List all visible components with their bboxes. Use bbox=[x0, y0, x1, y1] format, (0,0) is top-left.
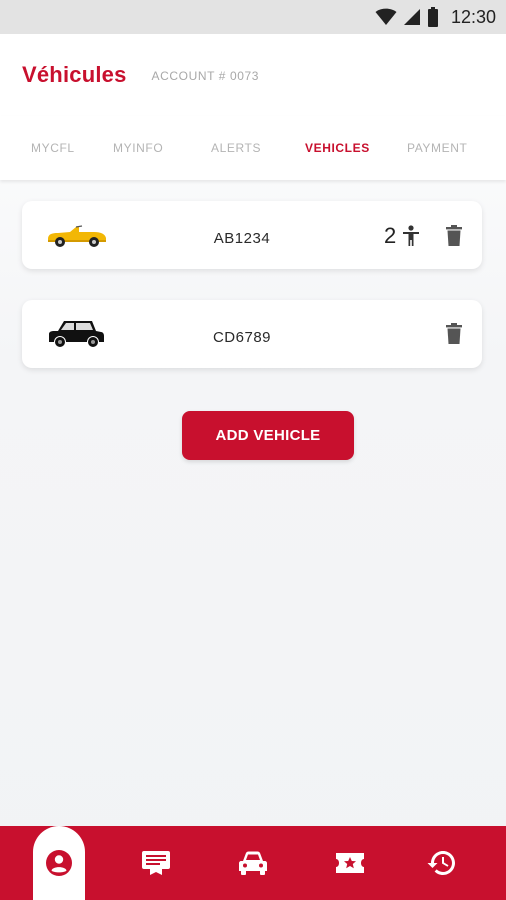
tab-payment[interactable]: PAYMENT bbox=[407, 116, 467, 180]
star-ticket-icon bbox=[336, 853, 364, 873]
status-bar: 12:30 bbox=[0, 0, 506, 34]
car-icon bbox=[239, 851, 267, 875]
tab-mycfl[interactable]: MYCFL bbox=[31, 116, 75, 180]
account-icon bbox=[46, 850, 72, 876]
history-icon bbox=[427, 851, 455, 875]
add-vehicle-button[interactable]: ADD VEHICLE bbox=[182, 411, 354, 460]
tab-alerts[interactable]: ALERTS bbox=[211, 116, 261, 180]
account-number: ACCOUNT # 0073 bbox=[151, 69, 260, 83]
nav-tickets[interactable] bbox=[134, 826, 178, 900]
delete-icon[interactable] bbox=[445, 323, 463, 345]
wifi-icon bbox=[375, 8, 397, 25]
nav-vehicles[interactable] bbox=[231, 826, 275, 900]
nav-passes[interactable] bbox=[328, 826, 372, 900]
passenger-count: 2 bbox=[384, 223, 420, 249]
nav-account[interactable] bbox=[33, 826, 85, 900]
battery-icon bbox=[427, 7, 438, 27]
tab-vehicles[interactable]: VEHICLES bbox=[305, 116, 370, 180]
page-title: Véhicules bbox=[22, 62, 127, 87]
status-time: 12:30 bbox=[450, 6, 496, 27]
tab-myinfo[interactable]: MYINFO bbox=[113, 116, 163, 180]
delete-icon[interactable] bbox=[445, 225, 463, 247]
page-header: Véhicules ACCOUNT # 0073 bbox=[0, 34, 506, 116]
ticket-icon bbox=[142, 851, 170, 875]
vehicle-plate: AB1234 bbox=[213, 230, 271, 247]
signal-icon bbox=[403, 9, 420, 25]
person-icon bbox=[403, 225, 420, 246]
nav-history[interactable] bbox=[420, 826, 464, 900]
tab-bar: MYCFL MYINFO ALERTS VEHICLES PAYMENT bbox=[0, 116, 506, 180]
passenger-count-value: 2 bbox=[384, 223, 397, 248]
vehicle-plate: CD6789 bbox=[212, 329, 272, 346]
yellow-convertible-car-icon bbox=[48, 225, 106, 247]
vehicle-card[interactable]: AB1234 2 bbox=[22, 201, 482, 269]
black-suv-car-icon bbox=[49, 321, 104, 348]
vehicle-card[interactable]: CD6789 bbox=[22, 300, 482, 368]
